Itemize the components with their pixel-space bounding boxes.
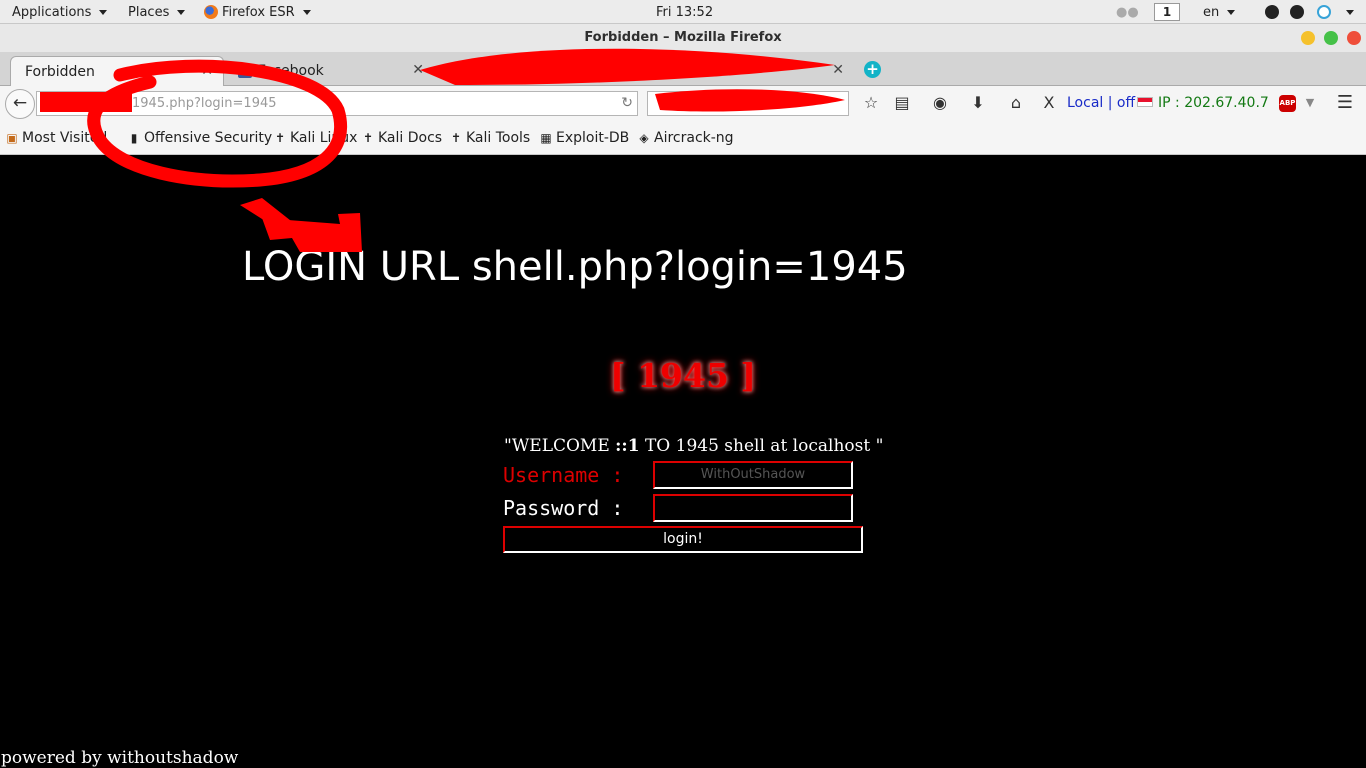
welcome-message: "WELCOME ::1 TO 1945 shell at localhost …	[504, 436, 883, 456]
username-field[interactable]: WithOutShadow	[653, 461, 853, 489]
proxy-status-label[interactable]: Local | off	[1067, 95, 1135, 111]
adblock-icon[interactable]: ABP	[1279, 95, 1296, 112]
firefox-icon	[204, 5, 218, 19]
username-placeholder: WithOutShadow	[700, 467, 806, 482]
workspace-indicator[interactable]: 1	[1154, 3, 1180, 21]
clock-label: Fri 13:52	[656, 4, 714, 20]
window-titlebar: Forbidden – Mozilla Firefox	[0, 24, 1366, 52]
language-menu[interactable]: en	[1203, 3, 1236, 21]
facebook-icon: f	[238, 64, 252, 78]
tab-label: Facebook	[258, 63, 324, 79]
bookmark-label: Offensive Security	[144, 130, 273, 146]
kali-dragon-icon: ✝	[274, 131, 286, 145]
screen: Applications Places Firefox ESR Fri 13:5…	[0, 0, 1366, 768]
reading-list-icon[interactable]: ▤	[892, 93, 912, 113]
username-label: Username :	[503, 463, 624, 487]
workspace-number: 1	[1154, 3, 1180, 21]
new-tab-button[interactable]: +	[864, 61, 881, 78]
bookmark-label: Kali Tools	[466, 130, 531, 146]
maximize-button[interactable]	[1324, 31, 1338, 45]
reload-icon[interactable]: ↻	[621, 92, 633, 115]
url-text: 1945.php?login=1945	[132, 96, 277, 111]
chevron-down-icon[interactable]: ▼	[1300, 93, 1320, 113]
power-status-icon[interactable]	[1317, 3, 1331, 21]
minimize-button[interactable]	[1301, 31, 1315, 45]
bookmark-offensive-security[interactable]: ▮ Offensive Security	[127, 130, 273, 146]
kali-dragon-icon: ✝	[450, 131, 462, 145]
bookmark-label: Kali Docs	[378, 130, 443, 146]
welcome-prefix: "WELCOME	[504, 436, 616, 456]
places-label: Places	[128, 4, 170, 20]
tab-label: Forbidden	[25, 63, 95, 80]
back-button[interactable]: ←	[5, 89, 35, 119]
bookmark-kali-docs[interactable]: ✝ Kali Docs	[361, 130, 442, 146]
close-tab-icon[interactable]: ✕	[832, 62, 844, 78]
tab-facebook[interactable]: f Facebook ✕	[224, 56, 434, 86]
bookmarks-toolbar: ▣ Most Visited ▮ Offensive Security ✝ Kali …	[0, 122, 1366, 155]
footer-credit: powered by withoutshadow	[1, 748, 239, 768]
app-name-label: Firefox ESR	[222, 4, 295, 20]
tab-redacted[interactable]: ✕	[434, 56, 854, 86]
applications-menu[interactable]: Applications	[12, 3, 108, 21]
annotation-text: LOGIN URL shell.php?login=1945	[242, 244, 908, 290]
bookmark-aircrack-ng[interactable]: ◈ Aircrack-ng	[637, 130, 734, 146]
app-menu[interactable]: Firefox ESR	[204, 3, 311, 21]
language-label: en	[1203, 4, 1220, 20]
page-heading: [ 1945 ]	[609, 356, 757, 395]
chevron-down-icon	[177, 9, 186, 15]
bookmark-label: Aircrack-ng	[654, 130, 734, 146]
close-tab-icon[interactable]: ✕	[412, 62, 424, 78]
wifi-icon[interactable]	[1265, 3, 1279, 21]
exploit-db-icon: ▦	[540, 131, 552, 145]
login-button[interactable]: login!	[503, 526, 863, 553]
search-bar[interactable]	[647, 91, 849, 116]
bookmark-kali-linux[interactable]: ✝ Kali Linux	[273, 130, 358, 146]
tab-bar: Forbidden ✕ f Facebook ✕ ✕	[0, 52, 1366, 86]
chevron-down-icon	[1227, 9, 1236, 15]
chevron-down-icon	[302, 9, 311, 15]
pocket-icon[interactable]: ◉	[930, 93, 950, 113]
close-window-button[interactable]	[1347, 31, 1361, 45]
kali-dragon-icon: ✝	[362, 131, 374, 145]
welcome-suffix: TO 1945 shell at localhost "	[639, 436, 884, 456]
chevron-down-icon	[1346, 9, 1354, 15]
bookmark-label: Most Visited	[22, 130, 108, 146]
volume-icon[interactable]	[1290, 3, 1304, 21]
url-bar[interactable]: 1945.php?login=1945 ↻	[36, 91, 638, 116]
places-menu[interactable]: Places	[128, 3, 186, 21]
password-field[interactable]	[653, 494, 853, 522]
welcome-ip: ::1	[615, 436, 640, 456]
password-label: Password :	[503, 496, 624, 520]
bookmark-kali-tools[interactable]: ✝ Kali Tools	[449, 130, 530, 146]
system-menu[interactable]	[1342, 3, 1354, 21]
flag-icon	[1137, 97, 1153, 107]
clock[interactable]: Fri 13:52	[656, 3, 713, 21]
downloads-icon[interactable]: ⬇	[968, 93, 988, 113]
bookmark-exploit-db[interactable]: ▦ Exploit-DB	[539, 130, 629, 146]
offsec-icon: ▮	[130, 131, 138, 145]
bookmark-star-icon[interactable]: ☆	[861, 93, 881, 113]
bookmark-label: Kali Linux	[290, 130, 358, 146]
aircrack-icon: ◈	[639, 131, 649, 145]
window-title: Forbidden – Mozilla Firefox	[584, 30, 782, 45]
bookmark-most-visited[interactable]: ▣ Most Visited	[5, 130, 107, 146]
applications-label: Applications	[12, 4, 92, 20]
bookmark-label: Exploit-DB	[556, 130, 630, 146]
folder-icon: ▣	[6, 131, 18, 145]
tab-forbidden[interactable]: Forbidden ✕	[10, 56, 224, 86]
gnome-top-bar: Applications Places Firefox ESR Fri 13:5…	[0, 0, 1366, 24]
navigation-toolbar: ← 1945.php?login=1945 ↻ ☆ ▤ ◉ ⬇ ⌂ X Loca…	[0, 86, 1366, 122]
users-icon: ●●	[1116, 4, 1139, 20]
ip-address-label[interactable]: IP : 202.67.40.7	[1158, 95, 1269, 111]
hamburger-menu-icon[interactable]: ☰	[1335, 93, 1355, 113]
home-icon[interactable]: ⌂	[1006, 93, 1026, 113]
chevron-down-icon	[99, 9, 108, 15]
close-tab-icon[interactable]: ✕	[201, 63, 213, 79]
noscript-icon[interactable]: X	[1039, 93, 1059, 113]
page-content: LOGIN URL shell.php?login=1945 [ 1945 ] …	[0, 156, 1366, 768]
